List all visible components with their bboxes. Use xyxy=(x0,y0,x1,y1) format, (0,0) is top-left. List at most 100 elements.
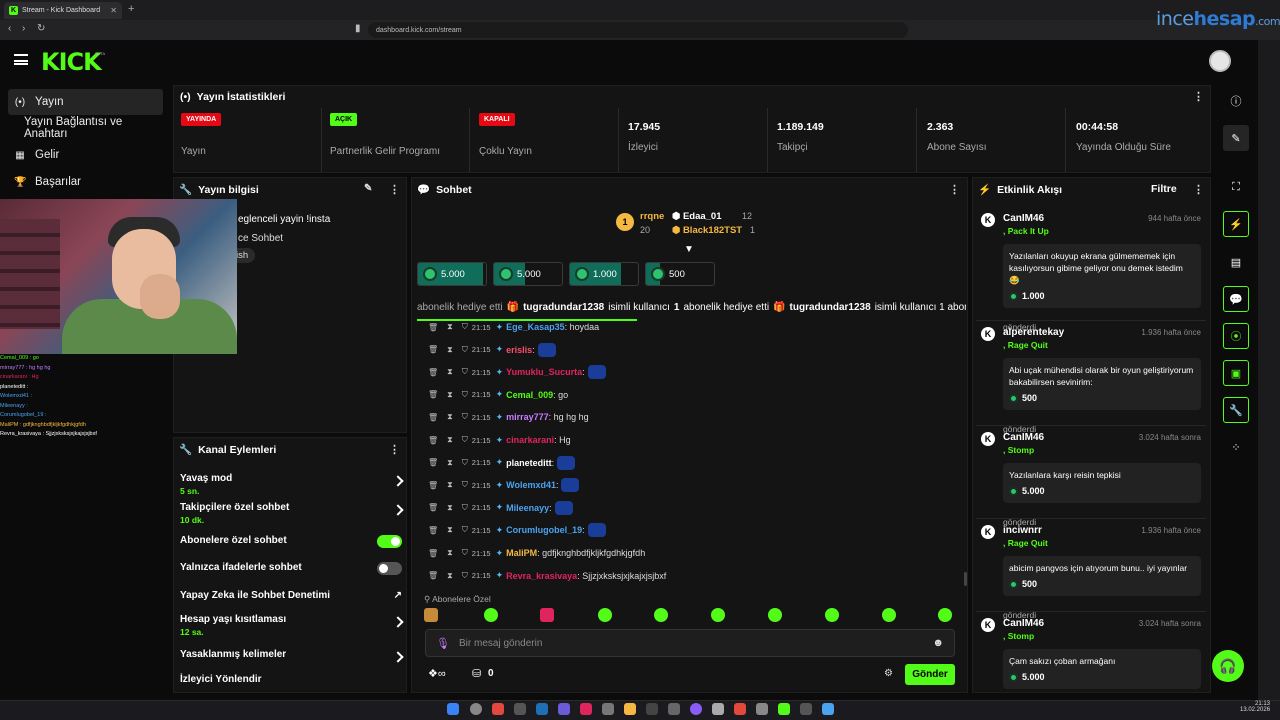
chat-username[interactable]: Mileenayy xyxy=(506,503,549,513)
close-tab-icon[interactable]: ✕ xyxy=(110,6,117,15)
kick-app-icon[interactable] xyxy=(778,703,790,715)
chat-username[interactable]: Corumlugobel_19 xyxy=(506,525,582,535)
delete-icon[interactable]: 🗑 xyxy=(428,481,438,490)
chat-username[interactable]: Wolemxd41 xyxy=(506,480,556,490)
filter-button[interactable]: Filtre xyxy=(1151,183,1177,195)
app-icon[interactable] xyxy=(602,703,614,715)
chat-username[interactable]: Ege_Kasap35 xyxy=(506,322,565,332)
sidebar-item-stream[interactable]: (•) Yayın xyxy=(8,89,163,115)
sidebar-item-achievements[interactable]: 🏆 Başarılar xyxy=(8,169,163,195)
emote[interactable] xyxy=(424,608,438,622)
account-age-row[interactable]: Hesap yaşı kısıtlaması 12 sa. xyxy=(180,614,404,637)
emote[interactable] xyxy=(825,608,839,622)
app-icon[interactable] xyxy=(734,703,746,715)
subscribers-only-toggle[interactable] xyxy=(377,535,402,548)
chat-username[interactable]: cinarkarani xyxy=(506,435,554,445)
activity-user[interactable]: alperentekay xyxy=(1003,327,1064,338)
emote[interactable] xyxy=(938,608,952,622)
fullscreen-icon[interactable]: ⛶ xyxy=(1223,174,1249,200)
back-icon[interactable]: ‹ xyxy=(8,23,11,34)
emote[interactable] xyxy=(711,608,725,622)
chat-username[interactable]: mirray777 xyxy=(506,412,549,422)
activity-user[interactable]: CanIM46 xyxy=(1003,213,1044,224)
chat-message[interactable]: 🗑 ⧗ ⛉ 21:15 ✦ Ege_Kasap35: hoydaa xyxy=(428,318,599,336)
ban-icon[interactable]: ⛉ xyxy=(462,435,468,445)
store-icon[interactable]: ⛁ xyxy=(472,667,481,680)
notes-icon[interactable]: ▤ xyxy=(1223,249,1249,275)
ban-icon[interactable]: ⛉ xyxy=(462,571,468,581)
chat-message[interactable]: 🗑 ⧗ ⛉ 21:15 ✦ Revra_krasivaya: Sjjzjxksksjxjk… xyxy=(428,567,666,585)
search-icon[interactable] xyxy=(470,703,482,715)
ai-moderation-row[interactable]: Yapay Zeka ile Sohbet Denetimi ↗ xyxy=(180,590,402,601)
chat-message[interactable]: 🗑 ⧗ ⛉ 21:15 ✦ erislis: xyxy=(428,341,556,359)
timeout-icon[interactable]: ⧗ xyxy=(447,548,453,558)
emote-only-toggle[interactable] xyxy=(377,562,402,575)
chat-message[interactable]: 🗑 ⧗ ⛉ 21:15 ✦ MaliPM: gdfjknghbdfjkljkfgdhkjg… xyxy=(428,544,645,562)
timeout-icon[interactable]: ⧗ xyxy=(447,322,453,332)
delete-icon[interactable]: 🗑 xyxy=(428,368,438,377)
redirect-viewers-row[interactable]: İzleyici Yönlendir xyxy=(180,674,402,685)
microphone-icon[interactable]: 🎙 xyxy=(436,637,450,650)
edit-icon[interactable]: ✎ xyxy=(1223,125,1249,151)
info-icon[interactable]: ⓘ xyxy=(1223,88,1249,114)
new-tab-icon[interactable]: + xyxy=(128,3,134,15)
delete-icon[interactable]: 🗑 xyxy=(428,323,438,332)
ban-icon[interactable]: ⛉ xyxy=(462,322,468,332)
edit-icon[interactable]: ✎ xyxy=(364,183,372,194)
ban-icon[interactable]: ⛉ xyxy=(462,458,468,468)
chevron-down-icon[interactable]: ▼ xyxy=(684,244,694,255)
timeout-icon[interactable]: ⧗ xyxy=(447,367,453,377)
ban-icon[interactable]: ⛉ xyxy=(462,412,468,422)
ban-icon[interactable]: ⛉ xyxy=(462,480,468,490)
chat-message[interactable]: 🗑 ⧗ ⛉ 21:15 ✦ Cemal_009: go xyxy=(428,386,568,404)
delete-icon[interactable]: 🗑 xyxy=(428,390,438,399)
app-icon[interactable] xyxy=(756,703,768,715)
delete-icon[interactable]: 🗑 xyxy=(428,436,438,445)
chat-username[interactable]: planeteditt xyxy=(506,458,552,468)
emote[interactable] xyxy=(654,608,668,622)
app-icon[interactable] xyxy=(668,703,680,715)
timeout-icon[interactable]: ⧗ xyxy=(447,345,453,355)
delete-icon[interactable]: 🗑 xyxy=(428,549,438,558)
support-icon[interactable]: 🎧 xyxy=(1212,650,1244,682)
activity-user[interactable]: CanIM46 xyxy=(1003,432,1044,443)
gift-goal[interactable]: 500 xyxy=(645,262,715,286)
app-icon[interactable] xyxy=(646,703,658,715)
delete-icon[interactable]: 🗑 xyxy=(428,503,438,512)
timeout-icon[interactable]: ⧗ xyxy=(447,412,453,422)
chat-message[interactable]: 🗑 ⧗ ⛉ 21:15 ✦ Corumlugobel_19: xyxy=(428,521,606,539)
app-icon[interactable] xyxy=(580,703,592,715)
chat-username[interactable]: erislis xyxy=(506,345,532,355)
app-icon[interactable] xyxy=(624,703,636,715)
delete-icon[interactable]: 🗑 xyxy=(428,458,438,467)
chat-message[interactable]: 🗑 ⧗ ⛉ 21:15 ✦ planeteditt: xyxy=(428,454,576,472)
timeout-icon[interactable]: ⧗ xyxy=(447,525,453,535)
chat-scrollbar[interactable] xyxy=(964,572,967,586)
chat-icon[interactable]: 💬 xyxy=(1223,286,1249,312)
app-icon[interactable] xyxy=(712,703,724,715)
gift-goal[interactable]: 5.000 xyxy=(493,262,563,286)
chat-message[interactable]: 🗑 ⧗ ⛉ 21:15 ✦ Wolemxd41: xyxy=(428,476,580,494)
app-icon[interactable] xyxy=(800,703,812,715)
emote[interactable] xyxy=(484,608,498,622)
app-icon[interactable] xyxy=(558,703,570,715)
chat-username[interactable]: Revra_krasivaya xyxy=(506,571,577,581)
app-icon[interactable] xyxy=(690,703,702,715)
ban-icon[interactable]: ⛉ xyxy=(462,503,468,513)
channel-actions-more-icon[interactable]: ⋮ xyxy=(389,443,400,456)
layout-icon[interactable]: ▣ xyxy=(1223,360,1249,386)
chat-message[interactable]: 🗑 ⧗ ⛉ 21:15 ✦ mirray777: hg hg hg xyxy=(428,408,589,426)
stats-more-icon[interactable]: ⋮ xyxy=(1193,90,1204,103)
timeout-icon[interactable]: ⧗ xyxy=(447,480,453,490)
ban-icon[interactable]: ⛉ xyxy=(462,548,468,558)
emote[interactable] xyxy=(598,608,612,622)
emote[interactable] xyxy=(882,608,896,622)
sidebar-item-revenue[interactable]: ▦ Gelir xyxy=(8,142,163,168)
browser-tab[interactable]: K Stream - Kick Dashboard ✕ xyxy=(4,2,122,19)
timeout-icon[interactable]: ⧗ xyxy=(447,503,453,513)
app-icon[interactable] xyxy=(514,703,526,715)
menu-icon[interactable] xyxy=(14,54,28,65)
send-button[interactable]: Gönder xyxy=(905,664,955,685)
followers-only-row[interactable]: Takipçilere özel sohbet 10 dk. xyxy=(180,502,404,525)
gift-subs-icon[interactable]: ❖∞ xyxy=(428,667,446,680)
